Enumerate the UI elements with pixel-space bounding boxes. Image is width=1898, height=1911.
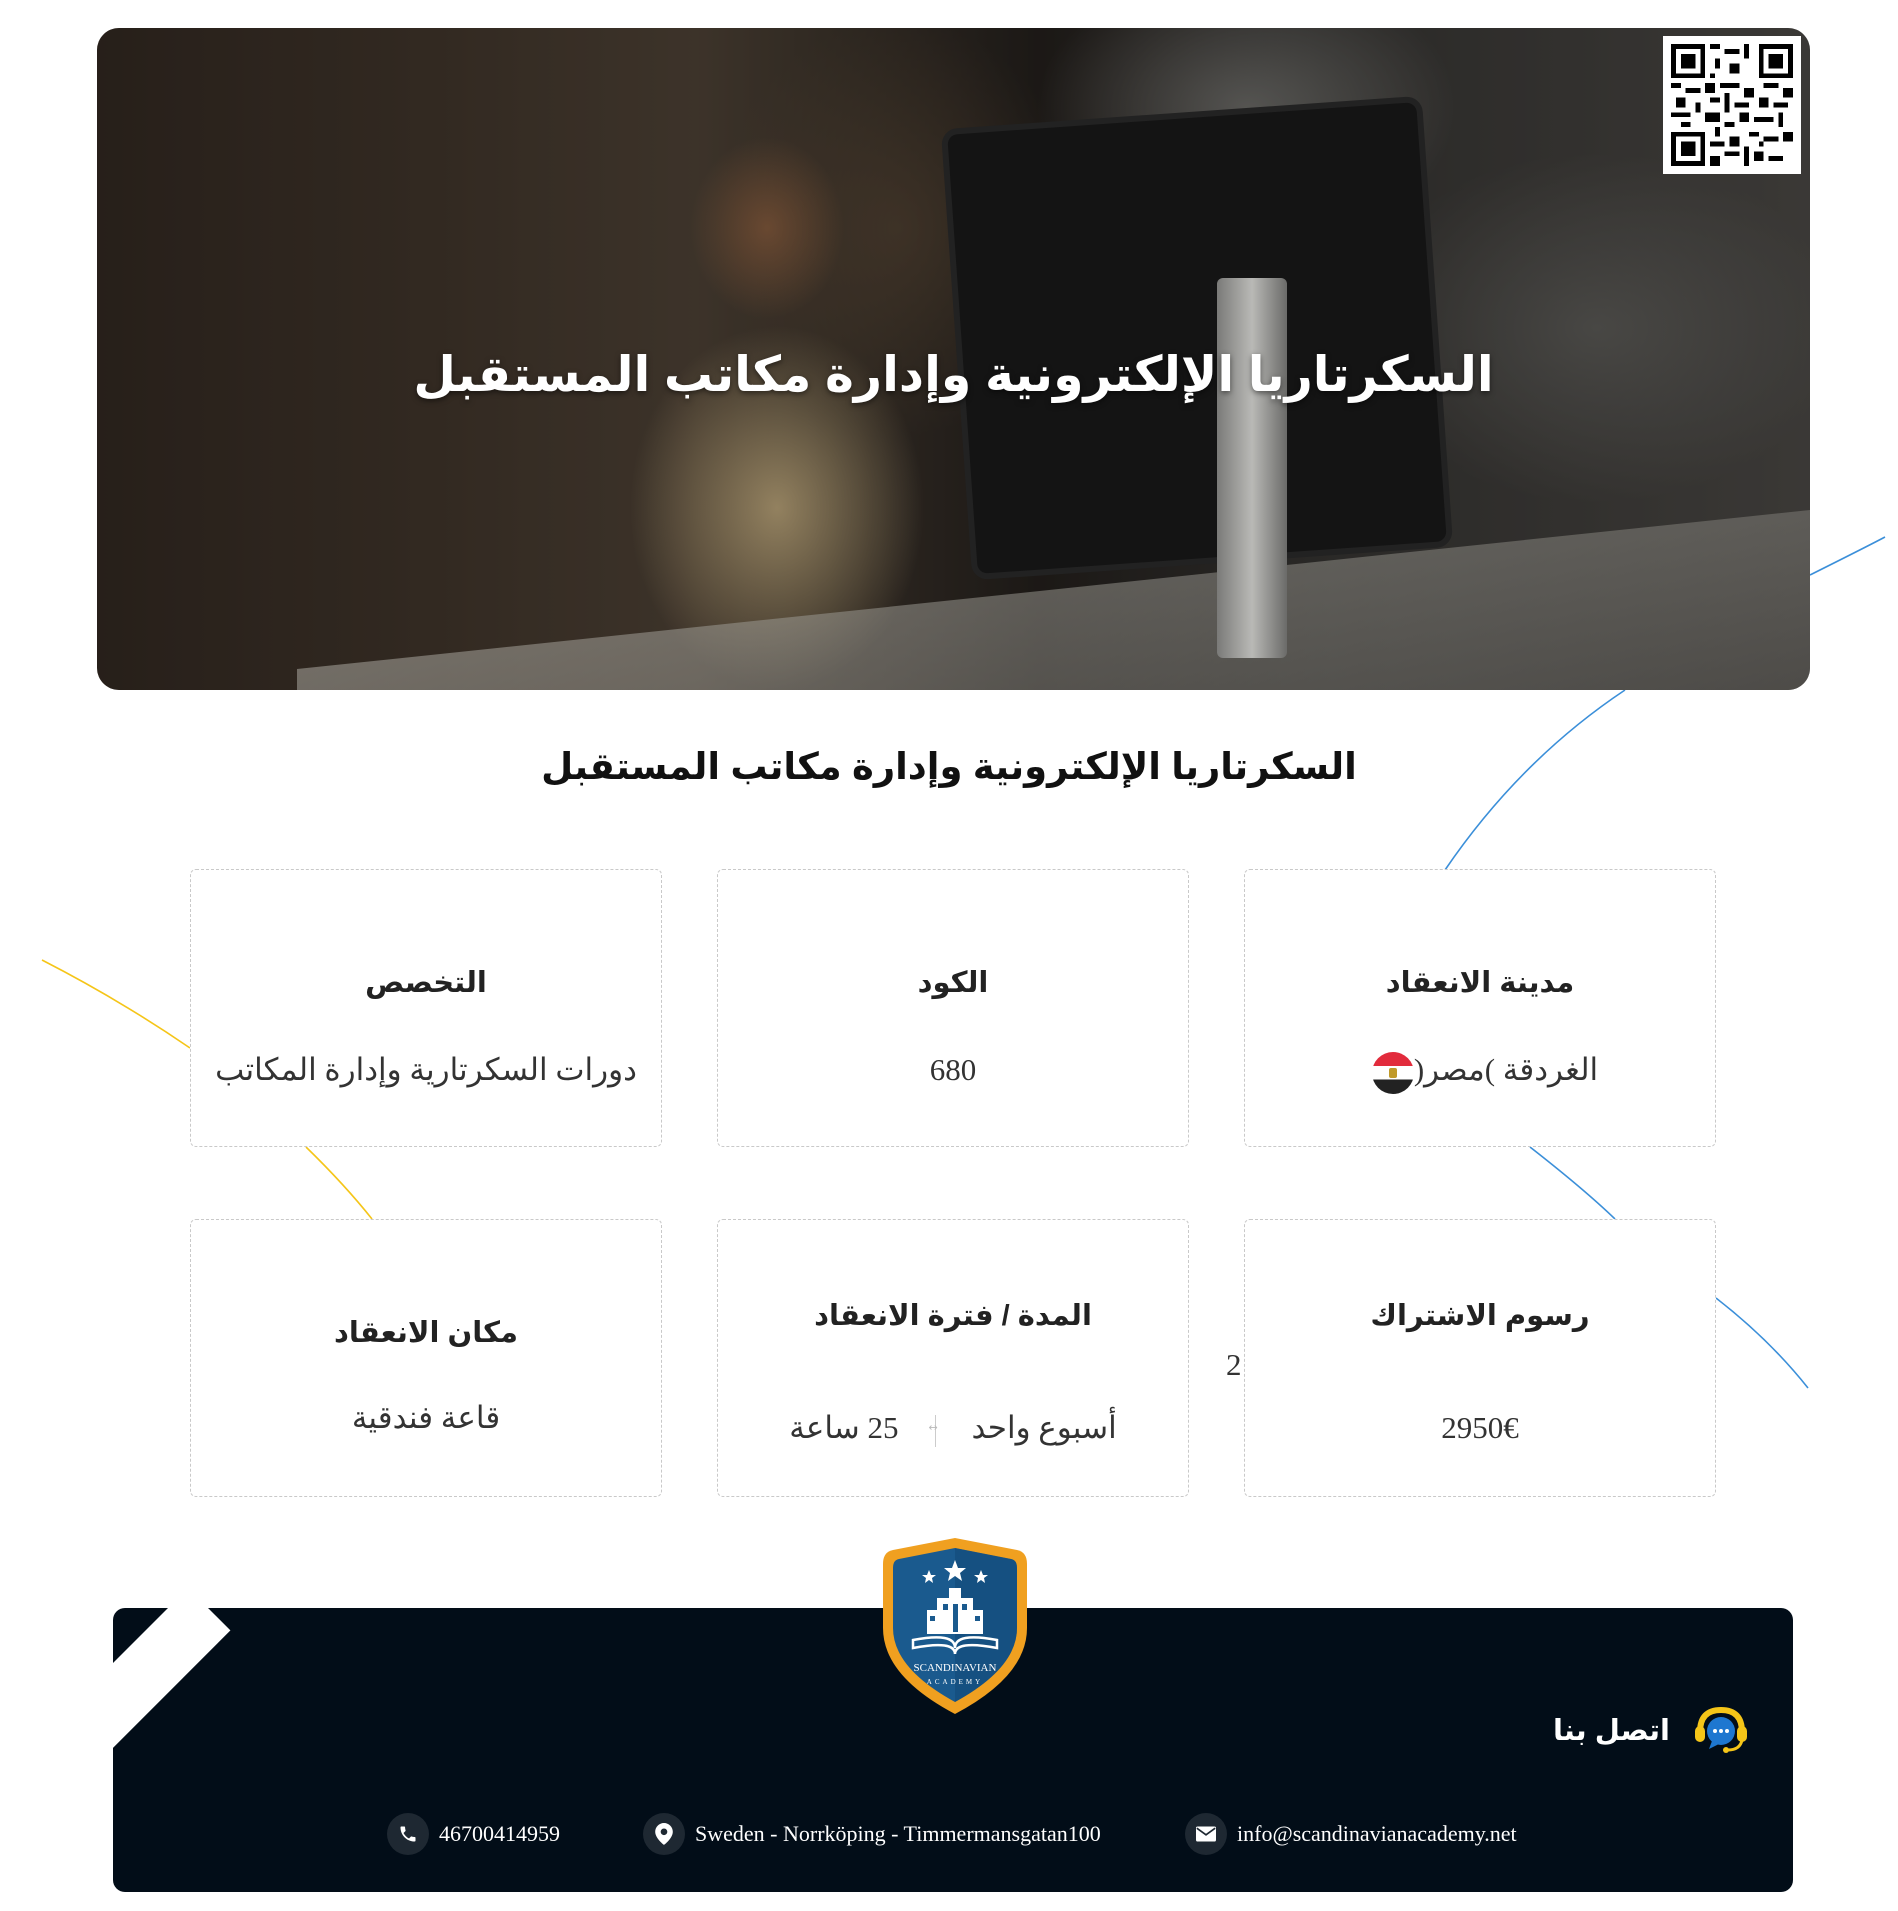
card-label: الكود: [917, 967, 989, 999]
location-pin-icon: [643, 1813, 685, 1855]
card-label: التخصص: [365, 967, 487, 999]
address-text: Sweden - Norrköping - Timmermansgatan100: [695, 1821, 1101, 1846]
stray-text: 2: [1226, 1347, 1242, 1382]
logo-text-line2: ACADEMY: [927, 1678, 983, 1686]
hero-title: السكرتاريا الإلكترونية وإدارة مكاتب المس…: [413, 348, 1494, 402]
contact-us-label: اتصل بنا: [1553, 1714, 1670, 1747]
card-value: الغردقة )مصر(: [1245, 1052, 1715, 1094]
footer-decor-stripe: [113, 1608, 231, 1772]
contact-email[interactable]: info@scandinavianacademy.net: [1185, 1813, 1517, 1855]
detail-card-code: الكود 680: [717, 869, 1189, 1147]
phone-icon: [387, 1813, 429, 1855]
academy-logo[interactable]: SCANDINAVIAN ACADEMY: [877, 1536, 1033, 1716]
qr-code-icon[interactable]: [1663, 36, 1801, 174]
contact-phone[interactable]: 46700414959: [387, 1813, 560, 1855]
duration-weeks: أسبوع واحد: [971, 1410, 1117, 1445]
yellow-curve-lower: [305, 1146, 373, 1220]
city-text: الغردقة )مصر(: [1413, 1052, 1599, 1088]
phone-number: 46700414959: [439, 1821, 560, 1846]
card-value: 680: [929, 1052, 977, 1087]
card-label: مدينة الانعقاد: [1385, 967, 1575, 999]
separator-icon: [929, 1414, 938, 1447]
blue-curve-right: [1715, 1297, 1809, 1389]
page-title: السكرتاريا الإلكترونية وإدارة مكاتب المس…: [541, 746, 1357, 787]
hero-photo-monitor: [947, 102, 1447, 574]
detail-card-specialization: التخصص دورات السكرتارية وإدارة المكاتب: [190, 869, 662, 1147]
card-label: مكان الانعقاد: [334, 1317, 518, 1349]
blue-curve-lower: [1529, 1146, 1616, 1220]
card-value: أسبوع واحد 25 ساعة: [718, 1410, 1188, 1447]
blue-curve-top: [1809, 536, 1886, 576]
card-value: 2950€: [1441, 1410, 1519, 1445]
contact-address[interactable]: Sweden - Norrköping - Timmermansgatan100: [643, 1813, 1101, 1855]
card-value: دورات السكرتارية وإدارة المكاتب: [215, 1052, 637, 1087]
egypt-flag-icon: [1371, 1052, 1414, 1094]
detail-card-fees: رسوم الاشتراك 2950€: [1244, 1219, 1716, 1497]
card-value: قاعة فندقية: [351, 1400, 501, 1435]
headset-chat-icon: [1695, 1706, 1747, 1753]
hero-photo-stand: [1217, 278, 1287, 658]
envelope-icon: [1185, 1813, 1227, 1855]
card-label: المدة / فترة الانعقاد: [814, 1300, 1092, 1332]
logo-text-line1: SCANDINAVIAN: [914, 1662, 997, 1674]
email-address: info@scandinavianacademy.net: [1237, 1821, 1517, 1846]
yellow-curve-left: [41, 959, 191, 1049]
hero-banner: السكرتاريا الإلكترونية وإدارة مكاتب المس…: [97, 28, 1810, 690]
contact-us-heading: اتصل بنا: [1553, 1704, 1750, 1756]
card-label: رسوم الاشتراك: [1370, 1300, 1590, 1332]
detail-card-city: مدينة الانعقاد الغردقة )مصر(: [1244, 869, 1716, 1147]
detail-card-duration: المدة / فترة الانعقاد أسبوع واحد 25 ساعة: [717, 1219, 1189, 1497]
detail-card-venue: مكان الانعقاد قاعة فندقية: [190, 1219, 662, 1497]
duration-hours: 25 ساعة: [789, 1410, 899, 1445]
